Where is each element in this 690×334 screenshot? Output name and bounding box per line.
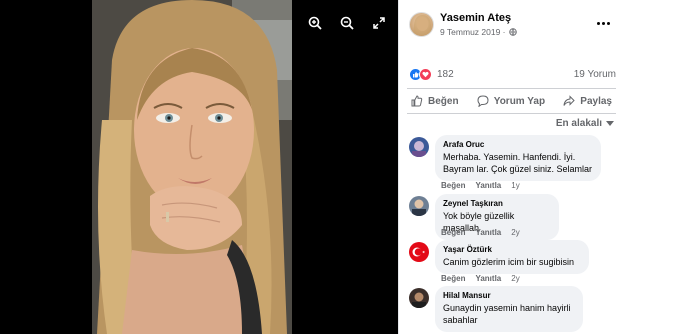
comment-like-link[interactable]: Beğen xyxy=(441,274,465,283)
post-side-panel: Yasemin Ateş 9 Temmuz 2019 · 182 19 Yoru… xyxy=(398,0,624,334)
love-reaction-icon xyxy=(419,67,432,81)
comment-text: Canim gözlerim icim bir sugibisin xyxy=(443,257,575,267)
comment-item: Hilal Mansur Gunaydin yasemin hanim hayi… xyxy=(409,286,614,332)
like-button-label: Beğen xyxy=(428,95,459,107)
dot-icon xyxy=(606,21,610,25)
portrait-image xyxy=(92,0,292,334)
thumbs-up-icon xyxy=(411,95,423,107)
post-header: Yasemin Ateş 9 Temmuz 2019 · xyxy=(399,0,624,52)
comment-text: sabahlar xyxy=(443,315,478,325)
comment-author[interactable]: Yaşar Öztürk xyxy=(443,245,581,254)
reaction-count[interactable]: 182 xyxy=(437,69,454,80)
reaction-icons[interactable] xyxy=(409,67,432,81)
comment-like-link[interactable]: Beğen xyxy=(441,228,465,237)
comment-author[interactable]: Hilal Mansur xyxy=(443,291,575,300)
globe-icon xyxy=(508,28,517,36)
comment-age[interactable]: 1y xyxy=(511,181,519,190)
fullscreen-icon[interactable] xyxy=(370,14,388,32)
more-options-button[interactable] xyxy=(594,16,612,30)
photo-viewer xyxy=(0,0,398,334)
avatar[interactable] xyxy=(409,288,429,308)
comment-button-label: Yorum Yap xyxy=(493,95,546,107)
comment-like-link[interactable]: Beğen xyxy=(441,181,465,190)
comment-author[interactable]: Zeynel Taşkıran xyxy=(443,199,551,208)
author-name[interactable]: Yasemin Ateş xyxy=(440,12,511,24)
dot-icon xyxy=(596,21,600,25)
post-date: 9 Temmuz 2019 · xyxy=(440,27,517,37)
comment-bubble: Hilal Mansur Gunaydin yasemin hanim hayi… xyxy=(435,286,583,332)
comment-text: Merhaba. Yasemin. Hanfendi. İyi. xyxy=(443,152,576,162)
comment-sort-dropdown[interactable]: En alakalı xyxy=(556,118,614,129)
like-button[interactable]: Beğen xyxy=(411,95,459,107)
share-button[interactable]: Paylaş xyxy=(563,95,612,107)
comment-icon xyxy=(477,95,489,107)
comment-button[interactable]: Yorum Yap xyxy=(477,95,545,107)
comment-item: Zeynel Taşkıran Yok böyle güzellik maşal… xyxy=(409,194,614,240)
comment-count[interactable]: 19 Yorum xyxy=(574,69,616,80)
avatar[interactable] xyxy=(409,137,429,157)
post-date-text[interactable]: 9 Temmuz 2019 · xyxy=(440,27,506,37)
share-button-label: Paylaş xyxy=(580,95,612,107)
flag-avatar-image xyxy=(409,242,429,262)
comment-bubble: Yaşar Öztürk Canim gözlerim icim bir sug… xyxy=(435,240,589,274)
comment-text: Bayram lar. Çok güzel siniz. Selamlar xyxy=(443,164,593,174)
comment-reply-link[interactable]: Yanıtla xyxy=(475,228,501,237)
comment-reply-link[interactable]: Yanıtla xyxy=(475,274,501,283)
share-icon xyxy=(563,95,576,106)
comment-item: Arafa Oruc Merhaba. Yasemin. Hanfendi. İ… xyxy=(409,135,614,191)
comment-age[interactable]: 2y xyxy=(511,228,519,237)
comment-reply-link[interactable]: Yanıtla xyxy=(475,181,501,190)
page-margin xyxy=(624,0,690,334)
zoom-in-icon[interactable] xyxy=(306,14,324,32)
post-actions-bar: Beğen Yorum Yap Paylaş xyxy=(407,88,616,114)
comment-meta: Beğen Yanıtla 2y xyxy=(441,274,520,283)
comment-meta: Beğen Yanıtla 1y xyxy=(441,181,520,190)
comment-item: Yaşar Öztürk Canim gözlerim icim bir sug… xyxy=(409,240,614,284)
reactions-summary: 182 19 Yorum xyxy=(409,66,616,82)
dot-icon xyxy=(601,21,605,25)
comment-meta: Beğen Yanıtla 2y xyxy=(441,228,520,237)
viewer-toolbar xyxy=(306,14,388,32)
avatar[interactable] xyxy=(409,12,434,37)
comment-author[interactable]: Arafa Oruc xyxy=(443,140,593,149)
sort-label: En alakalı xyxy=(555,118,602,129)
comment-text: Gunaydin yasemin hanim hayirli xyxy=(443,303,571,313)
avatar[interactable] xyxy=(409,196,429,216)
comment-bubble: Arafa Oruc Merhaba. Yasemin. Hanfendi. İ… xyxy=(435,135,601,181)
zoom-out-icon[interactable] xyxy=(338,14,356,32)
post-photo[interactable] xyxy=(92,0,292,334)
chevron-down-icon xyxy=(606,121,614,126)
comment-age[interactable]: 2y xyxy=(511,274,519,283)
avatar[interactable] xyxy=(409,242,429,262)
